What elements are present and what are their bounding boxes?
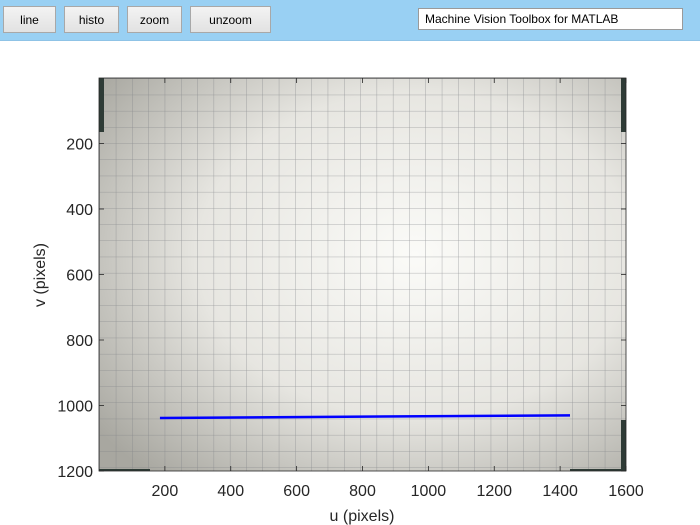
x-tick-label: 200 xyxy=(152,483,179,500)
y-tick-label: 600 xyxy=(66,268,93,285)
x-axis-label: u (pixels) xyxy=(330,508,395,525)
x-tick-label: 1600 xyxy=(608,483,644,500)
y-tick-label: 400 xyxy=(66,202,93,219)
image-axes: 200 400 600 800 1000 1200 1400 1600 200 400 600 800… xyxy=(32,77,644,525)
x-tick-label: 1000 xyxy=(411,483,447,500)
y-tick-label: 1000 xyxy=(57,399,93,416)
x-tick-label: 1200 xyxy=(476,483,512,500)
y-tick-label: 1200 xyxy=(57,464,93,481)
grid-photo xyxy=(99,78,626,471)
x-tick-label: 1400 xyxy=(542,483,578,500)
y-tick-label: 200 xyxy=(66,137,93,154)
x-tick-label: 800 xyxy=(349,483,376,500)
x-tick-label: 400 xyxy=(217,483,244,500)
x-tick-label: 600 xyxy=(283,483,310,500)
y-axis-label: v (pixels) xyxy=(32,243,49,307)
y-tick-label: 800 xyxy=(66,333,93,350)
